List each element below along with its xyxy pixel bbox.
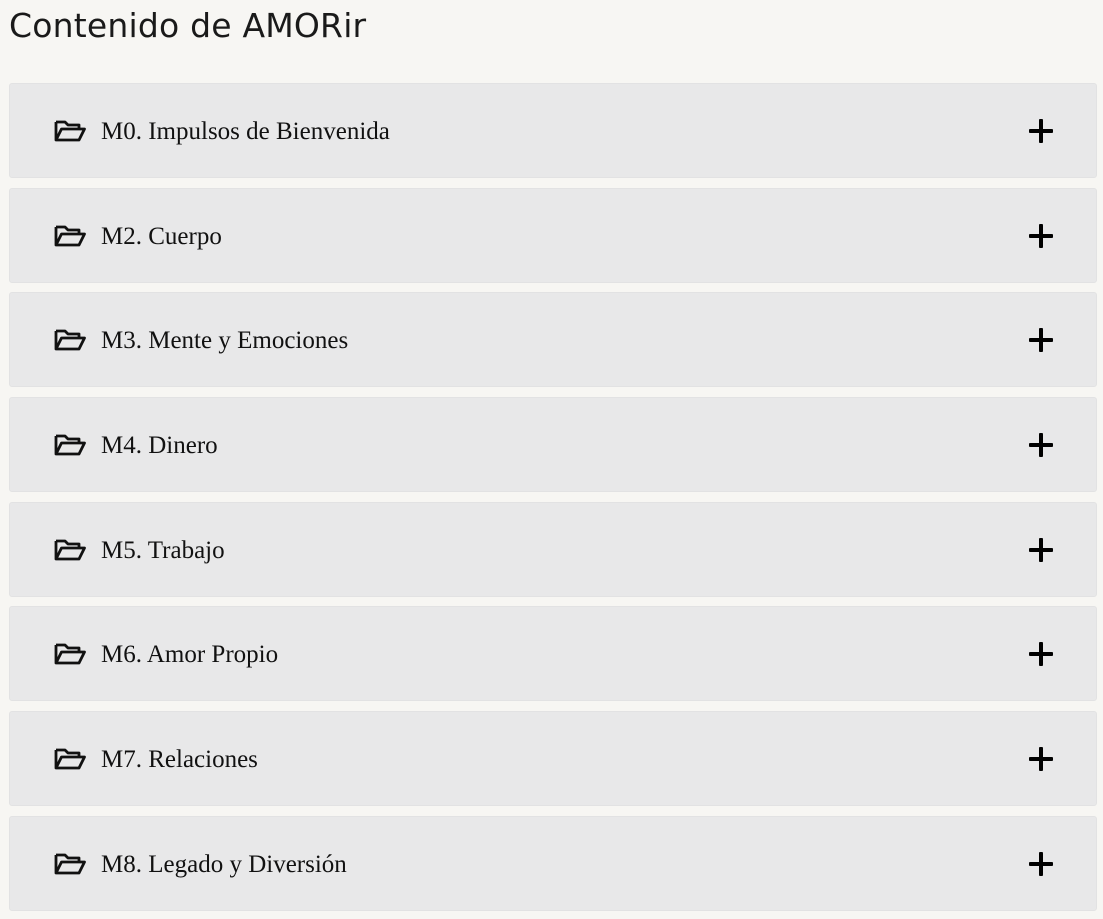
- folder-open-icon: [54, 120, 86, 142]
- accordion-item-label: M3. Mente y Emociones: [101, 327, 349, 355]
- page-title: Contenido de AMORir: [9, 6, 367, 45]
- accordion-item-m8[interactable]: M8. Legado y Diversión: [9, 815, 1097, 911]
- folder-open-icon: [54, 748, 86, 770]
- accordion-item-m3[interactable]: M3. Mente y Emociones: [9, 292, 1097, 388]
- accordion-item-m7[interactable]: M7. Relaciones: [9, 711, 1097, 807]
- plus-icon[interactable]: [1029, 328, 1053, 353]
- accordion-item-label: M5. Trabajo: [101, 536, 225, 564]
- accordion-item-label: M8. Legado y Diversión: [101, 850, 347, 878]
- folder-open-icon: [54, 434, 86, 456]
- accordion-item-label: M4. Dinero: [101, 432, 218, 460]
- accordion-item-label: M7. Relaciones: [101, 746, 258, 774]
- plus-icon[interactable]: [1029, 433, 1053, 458]
- module-accordion: M0. Impulsos de Bienvenida M2. Cuerpo M3…: [9, 83, 1097, 911]
- folder-open-icon: [54, 225, 86, 247]
- accordion-item-m6[interactable]: M6. Amor Propio: [9, 606, 1097, 702]
- accordion-item-m0[interactable]: M0. Impulsos de Bienvenida: [9, 83, 1097, 178]
- accordion-item-m5[interactable]: M5. Trabajo: [9, 501, 1097, 597]
- folder-open-icon: [54, 329, 86, 351]
- plus-icon[interactable]: [1029, 851, 1053, 876]
- plus-icon[interactable]: [1029, 223, 1053, 248]
- plus-icon[interactable]: [1029, 642, 1053, 667]
- accordion-item-label: M6. Amor Propio: [101, 641, 279, 669]
- accordion-item-m2[interactable]: M2. Cuerpo: [9, 187, 1097, 283]
- plus-icon[interactable]: [1029, 747, 1053, 772]
- accordion-item-m4[interactable]: M4. Dinero: [9, 397, 1097, 493]
- folder-open-icon: [54, 539, 86, 561]
- plus-icon[interactable]: [1029, 119, 1053, 143]
- accordion-item-label: M0. Impulsos de Bienvenida: [101, 118, 390, 145]
- folder-open-icon: [54, 643, 86, 665]
- accordion-item-label: M2. Cuerpo: [101, 222, 222, 250]
- plus-icon[interactable]: [1029, 537, 1053, 562]
- folder-open-icon: [54, 853, 86, 875]
